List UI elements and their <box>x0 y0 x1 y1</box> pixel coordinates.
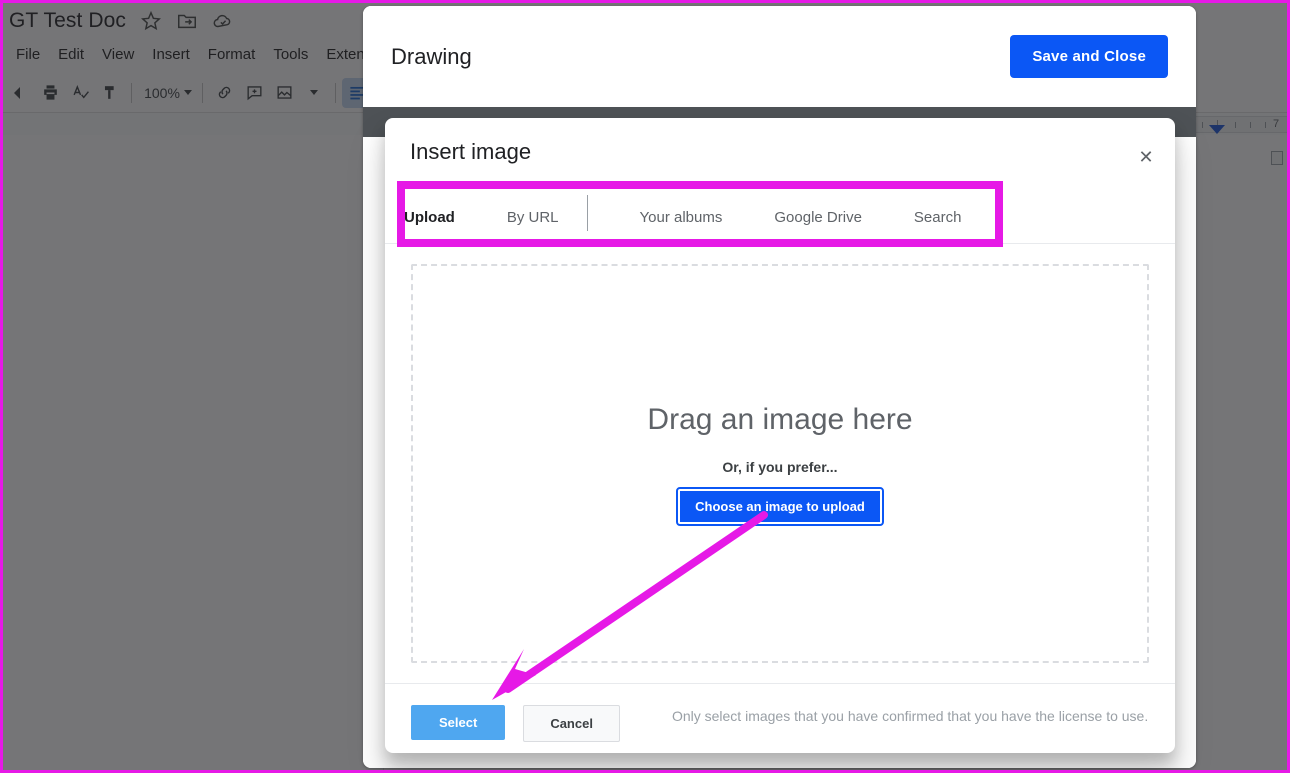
tab-search[interactable]: Search <box>914 209 962 243</box>
insert-image-dialog: Insert image ✕ Upload By URL Your albums… <box>385 118 1175 753</box>
dropzone-headline: Drag an image here <box>647 403 912 437</box>
tab-google-drive[interactable]: Google Drive <box>774 209 862 243</box>
close-icon[interactable]: ✕ <box>1135 146 1157 168</box>
insert-image-header: Insert image ✕ <box>385 118 1175 185</box>
license-note: Only select images that you have confirm… <box>672 706 1148 726</box>
insert-image-body: Drag an image here Or, if you prefer... … <box>385 244 1175 683</box>
tab-your-albums[interactable]: Your albums <box>640 209 723 243</box>
insert-image-footer: Select Cancel Only select images that yo… <box>385 683 1175 753</box>
tab-upload[interactable]: Upload <box>404 209 455 243</box>
cancel-button[interactable]: Cancel <box>523 705 620 742</box>
screenshot-root: GT Test Doc File Edit View <box>0 0 1290 773</box>
drawing-header: Drawing Save and Close <box>363 6 1196 107</box>
save-and-close-button[interactable]: Save and Close <box>1010 35 1168 78</box>
dropzone-subtext: Or, if you prefer... <box>722 459 837 475</box>
drawing-title: Drawing <box>391 44 472 70</box>
dialog-title: Insert image <box>410 139 531 165</box>
tab-by-url[interactable]: By URL <box>507 209 559 243</box>
choose-an-image-to-upload-button[interactable]: Choose an image to upload <box>678 489 882 524</box>
select-button[interactable]: Select <box>411 705 505 740</box>
insert-image-tab-bar: Upload By URL Your albums Google Drive S… <box>385 185 1175 244</box>
tab-divider <box>587 195 588 231</box>
image-dropzone[interactable]: Drag an image here Or, if you prefer... … <box>411 264 1149 663</box>
